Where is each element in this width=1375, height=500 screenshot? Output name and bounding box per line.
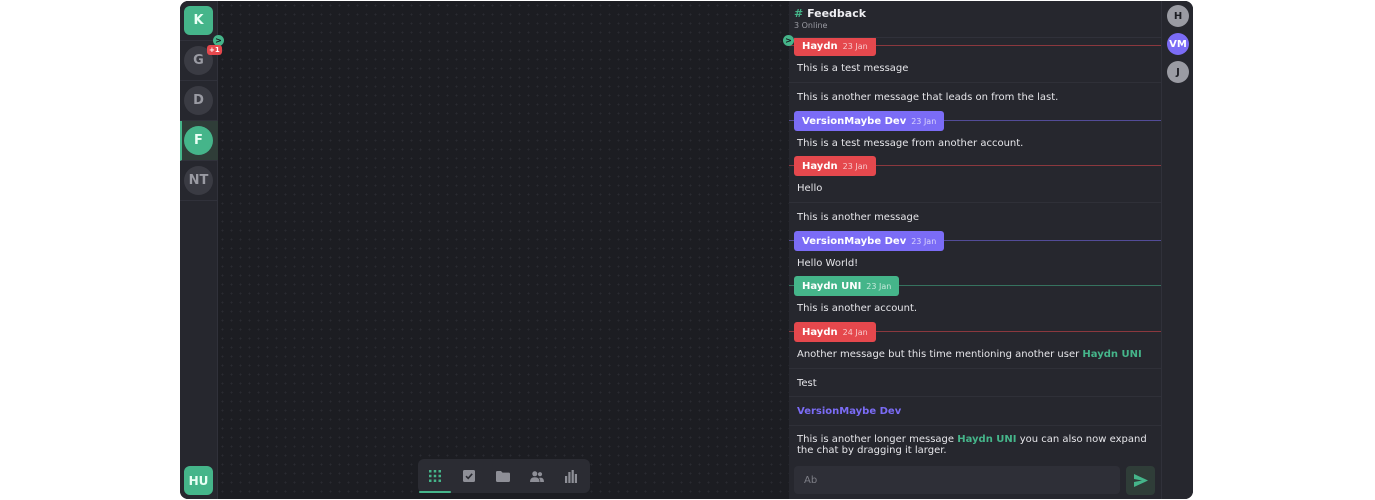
chat-panel: # Feedback 3 Online > Haydn 23 Jan This i… xyxy=(783,1,1161,499)
channel-header: # Feedback 3 Online xyxy=(789,1,1161,38)
chat-expand-button[interactable]: > xyxy=(783,35,794,46)
author-name: Haydn xyxy=(802,40,838,52)
checkbox-icon xyxy=(463,470,475,482)
user-mention[interactable]: VersionMaybe Dev xyxy=(797,406,901,417)
members-tool-button[interactable] xyxy=(520,459,554,493)
message-date: 24 Jan xyxy=(842,327,868,337)
message-date: 23 Jan xyxy=(842,41,868,51)
author-name: VersionMaybe Dev xyxy=(802,115,907,127)
author-name: Haydn xyxy=(802,326,838,338)
message-date: 23 Jan xyxy=(866,281,892,291)
message-text-part: Another message but this time mentioning… xyxy=(797,349,1083,360)
message-date: 23 Jan xyxy=(911,116,937,126)
message-text: This is another account. xyxy=(797,303,918,314)
send-button[interactable] xyxy=(1126,466,1155,495)
message-separator xyxy=(789,82,1161,83)
message-text: This is a test message xyxy=(797,63,909,74)
server-unread-badge: +1 xyxy=(207,45,222,55)
message-composer xyxy=(794,466,1120,494)
message-text: Hello xyxy=(797,183,823,194)
server-f-button[interactable]: F xyxy=(184,126,213,155)
message-author-tag[interactable]: VersionMaybe Dev 23 Jan xyxy=(794,231,945,251)
server-slot-nt: NT xyxy=(180,161,218,201)
message-input[interactable] xyxy=(794,466,1120,494)
channel-hash: # xyxy=(794,7,804,20)
people-icon xyxy=(530,470,544,482)
server-slot-d: D xyxy=(180,81,218,121)
server-slot-k: K xyxy=(180,1,218,41)
message-author-tag[interactable]: Haydn 24 Jan xyxy=(794,322,876,342)
message-text: This is another message that leads on fr… xyxy=(797,92,1059,103)
author-name: VersionMaybe Dev xyxy=(802,235,907,247)
online-count: 3 Online xyxy=(794,21,828,30)
workspace-canvas[interactable] xyxy=(218,1,789,499)
send-icon xyxy=(1133,474,1148,487)
message-text: This is a test message from another acco… xyxy=(797,138,1024,149)
tasks-tool-button[interactable] xyxy=(452,459,486,493)
message-separator xyxy=(789,396,1161,397)
message-author-tag[interactable]: Haydn 23 Jan xyxy=(794,38,876,56)
message-list[interactable]: Haydn 23 Jan This is a test message This … xyxy=(789,38,1161,458)
member-rail: H VM J xyxy=(1161,1,1193,499)
app-window: K G D F NT > +1 HU # Feedback 3 Online >… xyxy=(180,1,1193,499)
member-avatar-vm[interactable]: VM xyxy=(1167,33,1189,55)
server-nt-button[interactable]: NT xyxy=(184,166,213,195)
channel-title: # Feedback xyxy=(794,7,866,20)
server-slot-f: F xyxy=(180,121,218,161)
bottom-toolbar xyxy=(418,459,590,493)
author-name: Haydn UNI xyxy=(802,280,862,292)
channel-name: Feedback xyxy=(807,7,867,20)
message-author-tag[interactable]: Haydn 23 Jan xyxy=(794,156,876,176)
author-name: Haydn xyxy=(802,160,838,172)
server-k-button[interactable]: K xyxy=(184,6,213,35)
grid-icon xyxy=(429,470,441,482)
files-tool-button[interactable] xyxy=(486,459,520,493)
bar-chart-icon xyxy=(565,469,577,483)
member-avatar-j[interactable]: J xyxy=(1167,61,1189,83)
message-text: Hello World! xyxy=(797,258,859,269)
server-rail: K G D F NT > +1 HU xyxy=(180,1,224,499)
message-text-part: This is another longer message xyxy=(797,434,958,445)
server-d-button[interactable]: D xyxy=(184,86,213,115)
user-avatar-button[interactable]: HU xyxy=(184,466,213,495)
message-separator xyxy=(789,368,1161,369)
grid-tool-button[interactable] xyxy=(418,459,452,493)
message-text: VersionMaybe Dev xyxy=(797,406,1157,417)
folder-icon xyxy=(496,470,510,482)
message-text: Test xyxy=(797,378,817,389)
message-date: 23 Jan xyxy=(911,236,937,246)
message-text: This is another longer message Haydn UNI… xyxy=(797,434,1157,456)
user-mention[interactable]: Haydn UNI xyxy=(957,434,1016,445)
message-text: This is another message xyxy=(797,212,920,223)
analytics-tool-button[interactable] xyxy=(554,459,588,493)
user-mention[interactable]: Haydn UNI xyxy=(1082,349,1141,360)
message-text: Another message but this time mentioning… xyxy=(797,349,1157,360)
message-author-tag[interactable]: VersionMaybe Dev 23 Jan xyxy=(794,111,945,131)
message-author-tag[interactable]: Haydn UNI 23 Jan xyxy=(794,276,900,296)
message-separator xyxy=(789,425,1161,426)
member-avatar-h[interactable]: H xyxy=(1167,5,1189,27)
message-date: 23 Jan xyxy=(842,161,868,171)
message-separator xyxy=(789,202,1161,203)
